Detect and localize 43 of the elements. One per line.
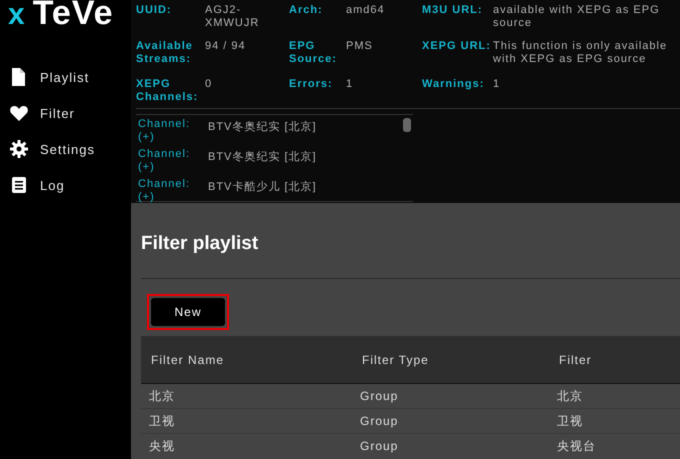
stat-label: XEPG URL: bbox=[422, 40, 492, 53]
stat-value: available with XEPG as EPG source bbox=[493, 4, 661, 30]
channel-name: BTV冬奥纪实 [北京] bbox=[208, 150, 317, 165]
file-icon bbox=[10, 68, 28, 86]
scrollbar-thumb[interactable] bbox=[403, 118, 411, 132]
stat-label: EPG Source: bbox=[289, 40, 338, 66]
stat-value: amd64 bbox=[346, 4, 386, 17]
stat-value: AGJ2-XMWUJR bbox=[205, 4, 260, 30]
stat-label: M3U URL: bbox=[422, 4, 484, 17]
stat-value: 94 / 94 bbox=[205, 40, 247, 53]
stat-value: 1 bbox=[346, 78, 354, 91]
stat-label: UUID: bbox=[136, 4, 173, 17]
settings-icon bbox=[10, 140, 28, 158]
column-header: Filter Type bbox=[352, 336, 549, 384]
stat-label: Arch: bbox=[289, 4, 324, 17]
table-row[interactable]: 卫视 Group 卫视 bbox=[141, 408, 680, 434]
stat-value: 0 bbox=[205, 78, 214, 91]
column-header: Filter bbox=[549, 336, 680, 384]
nav-item[interactable]: Log bbox=[0, 167, 131, 203]
heart-icon bbox=[10, 104, 28, 122]
log-icon bbox=[10, 176, 28, 194]
stat-label: Warnings: bbox=[422, 78, 486, 91]
stat-label: Available Streams: bbox=[136, 40, 194, 66]
dialog-title: Filter playlist bbox=[141, 232, 260, 256]
stat-value: 1 bbox=[493, 78, 502, 91]
logo-mark: x bbox=[8, 0, 25, 32]
channel-name: BTV卡酷少儿 [北京] bbox=[208, 180, 317, 195]
table-row[interactable]: 央视 Group 央视台 bbox=[141, 434, 680, 458]
channel-label: Channel: (+) bbox=[137, 148, 192, 175]
nav-item[interactable]: Playlist bbox=[0, 59, 131, 95]
table-row[interactable]: 北京 Group 北京 bbox=[141, 384, 680, 408]
logo-text: TeVe bbox=[32, 0, 114, 33]
stat-label: Errors: bbox=[289, 78, 334, 91]
stat-value: This function is only available with XEPG as EPG source bbox=[493, 40, 668, 66]
channel-name: BTV冬奥纪实 [北京] bbox=[208, 120, 317, 135]
stat-value: PMS bbox=[346, 40, 374, 53]
column-header: Filter Name bbox=[141, 336, 352, 384]
nav-item[interactable]: Settings bbox=[0, 131, 131, 167]
stat-label: XEPG Channels: bbox=[136, 78, 200, 104]
nav-item[interactable]: Filter bbox=[0, 95, 131, 131]
channel-label: Channel: (+) bbox=[137, 178, 192, 205]
channel-label: Channel: (+) bbox=[137, 118, 192, 145]
new-button[interactable]: New bbox=[151, 298, 225, 326]
